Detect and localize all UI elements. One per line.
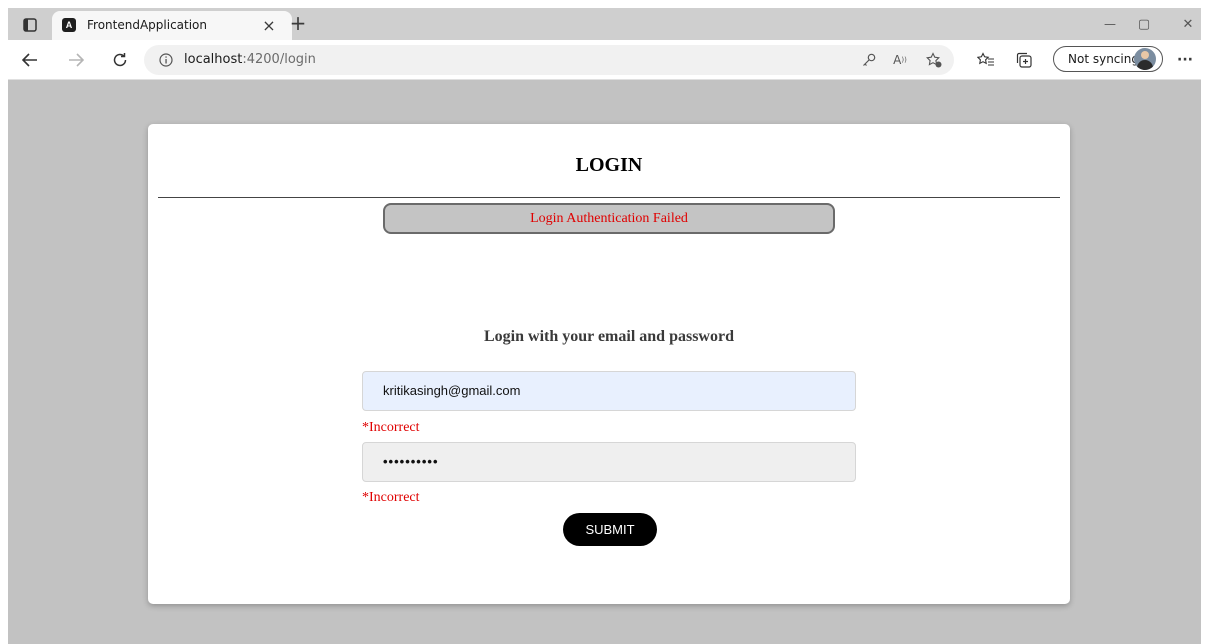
refresh-icon[interactable] [108, 48, 132, 72]
favorites-icon[interactable] [976, 50, 996, 70]
new-tab-icon[interactable]: + [286, 11, 310, 35]
sync-label: Not syncing [1068, 52, 1139, 66]
login-subtitle: Login with your email and password [484, 328, 734, 345]
angular-logo-icon: A [62, 18, 76, 32]
page-title: LOGIN [575, 154, 643, 176]
url-path: :4200/login [242, 52, 316, 67]
key-icon[interactable] [860, 51, 878, 69]
address-bar[interactable]: localhost:4200/login A)) [144, 45, 954, 75]
tab-bar: A FrontendApplication × + — ▢ ✕ [8, 8, 1201, 40]
avatar [1134, 48, 1156, 70]
restore-icon[interactable]: ▢ [1132, 14, 1156, 34]
profile-sync-button[interactable]: Not syncing [1053, 46, 1163, 72]
password-error-text: *Incorrect [362, 490, 420, 505]
more-options-icon[interactable]: ··· [1174, 50, 1196, 70]
password-field[interactable]: •••••••••• [362, 442, 856, 482]
email-error-text: *Incorrect [362, 420, 420, 435]
collections-icon[interactable] [1014, 50, 1034, 70]
url-text: localhost:4200/login [184, 52, 316, 67]
close-tab-icon[interactable]: × [258, 14, 280, 36]
add-favorite-icon[interactable] [924, 50, 944, 70]
title-divider [158, 197, 1060, 198]
forward-icon[interactable] [64, 48, 88, 72]
read-aloud-icon[interactable]: A)) [890, 51, 910, 69]
browser-toolbar: localhost:4200/login A)) Not syncing ··· [8, 40, 1201, 80]
browser-tab[interactable]: A FrontendApplication × [52, 11, 292, 40]
auth-error-alert: Login Authentication Failed [383, 203, 835, 234]
minimize-icon[interactable]: — [1098, 14, 1122, 34]
submit-button[interactable]: SUBMIT [563, 513, 657, 546]
email-field[interactable]: kritikasingh@gmail.com [362, 371, 856, 411]
info-icon[interactable] [158, 52, 174, 68]
page-viewport: LOGIN Login Authentication Failed Login … [8, 80, 1201, 644]
tab-actions-icon[interactable] [20, 15, 40, 35]
tab-title: FrontendApplication [87, 18, 208, 32]
close-window-icon[interactable]: ✕ [1176, 14, 1200, 34]
back-icon[interactable] [18, 48, 42, 72]
login-card: LOGIN Login Authentication Failed Login … [148, 124, 1070, 604]
url-host: localhost [184, 52, 243, 67]
